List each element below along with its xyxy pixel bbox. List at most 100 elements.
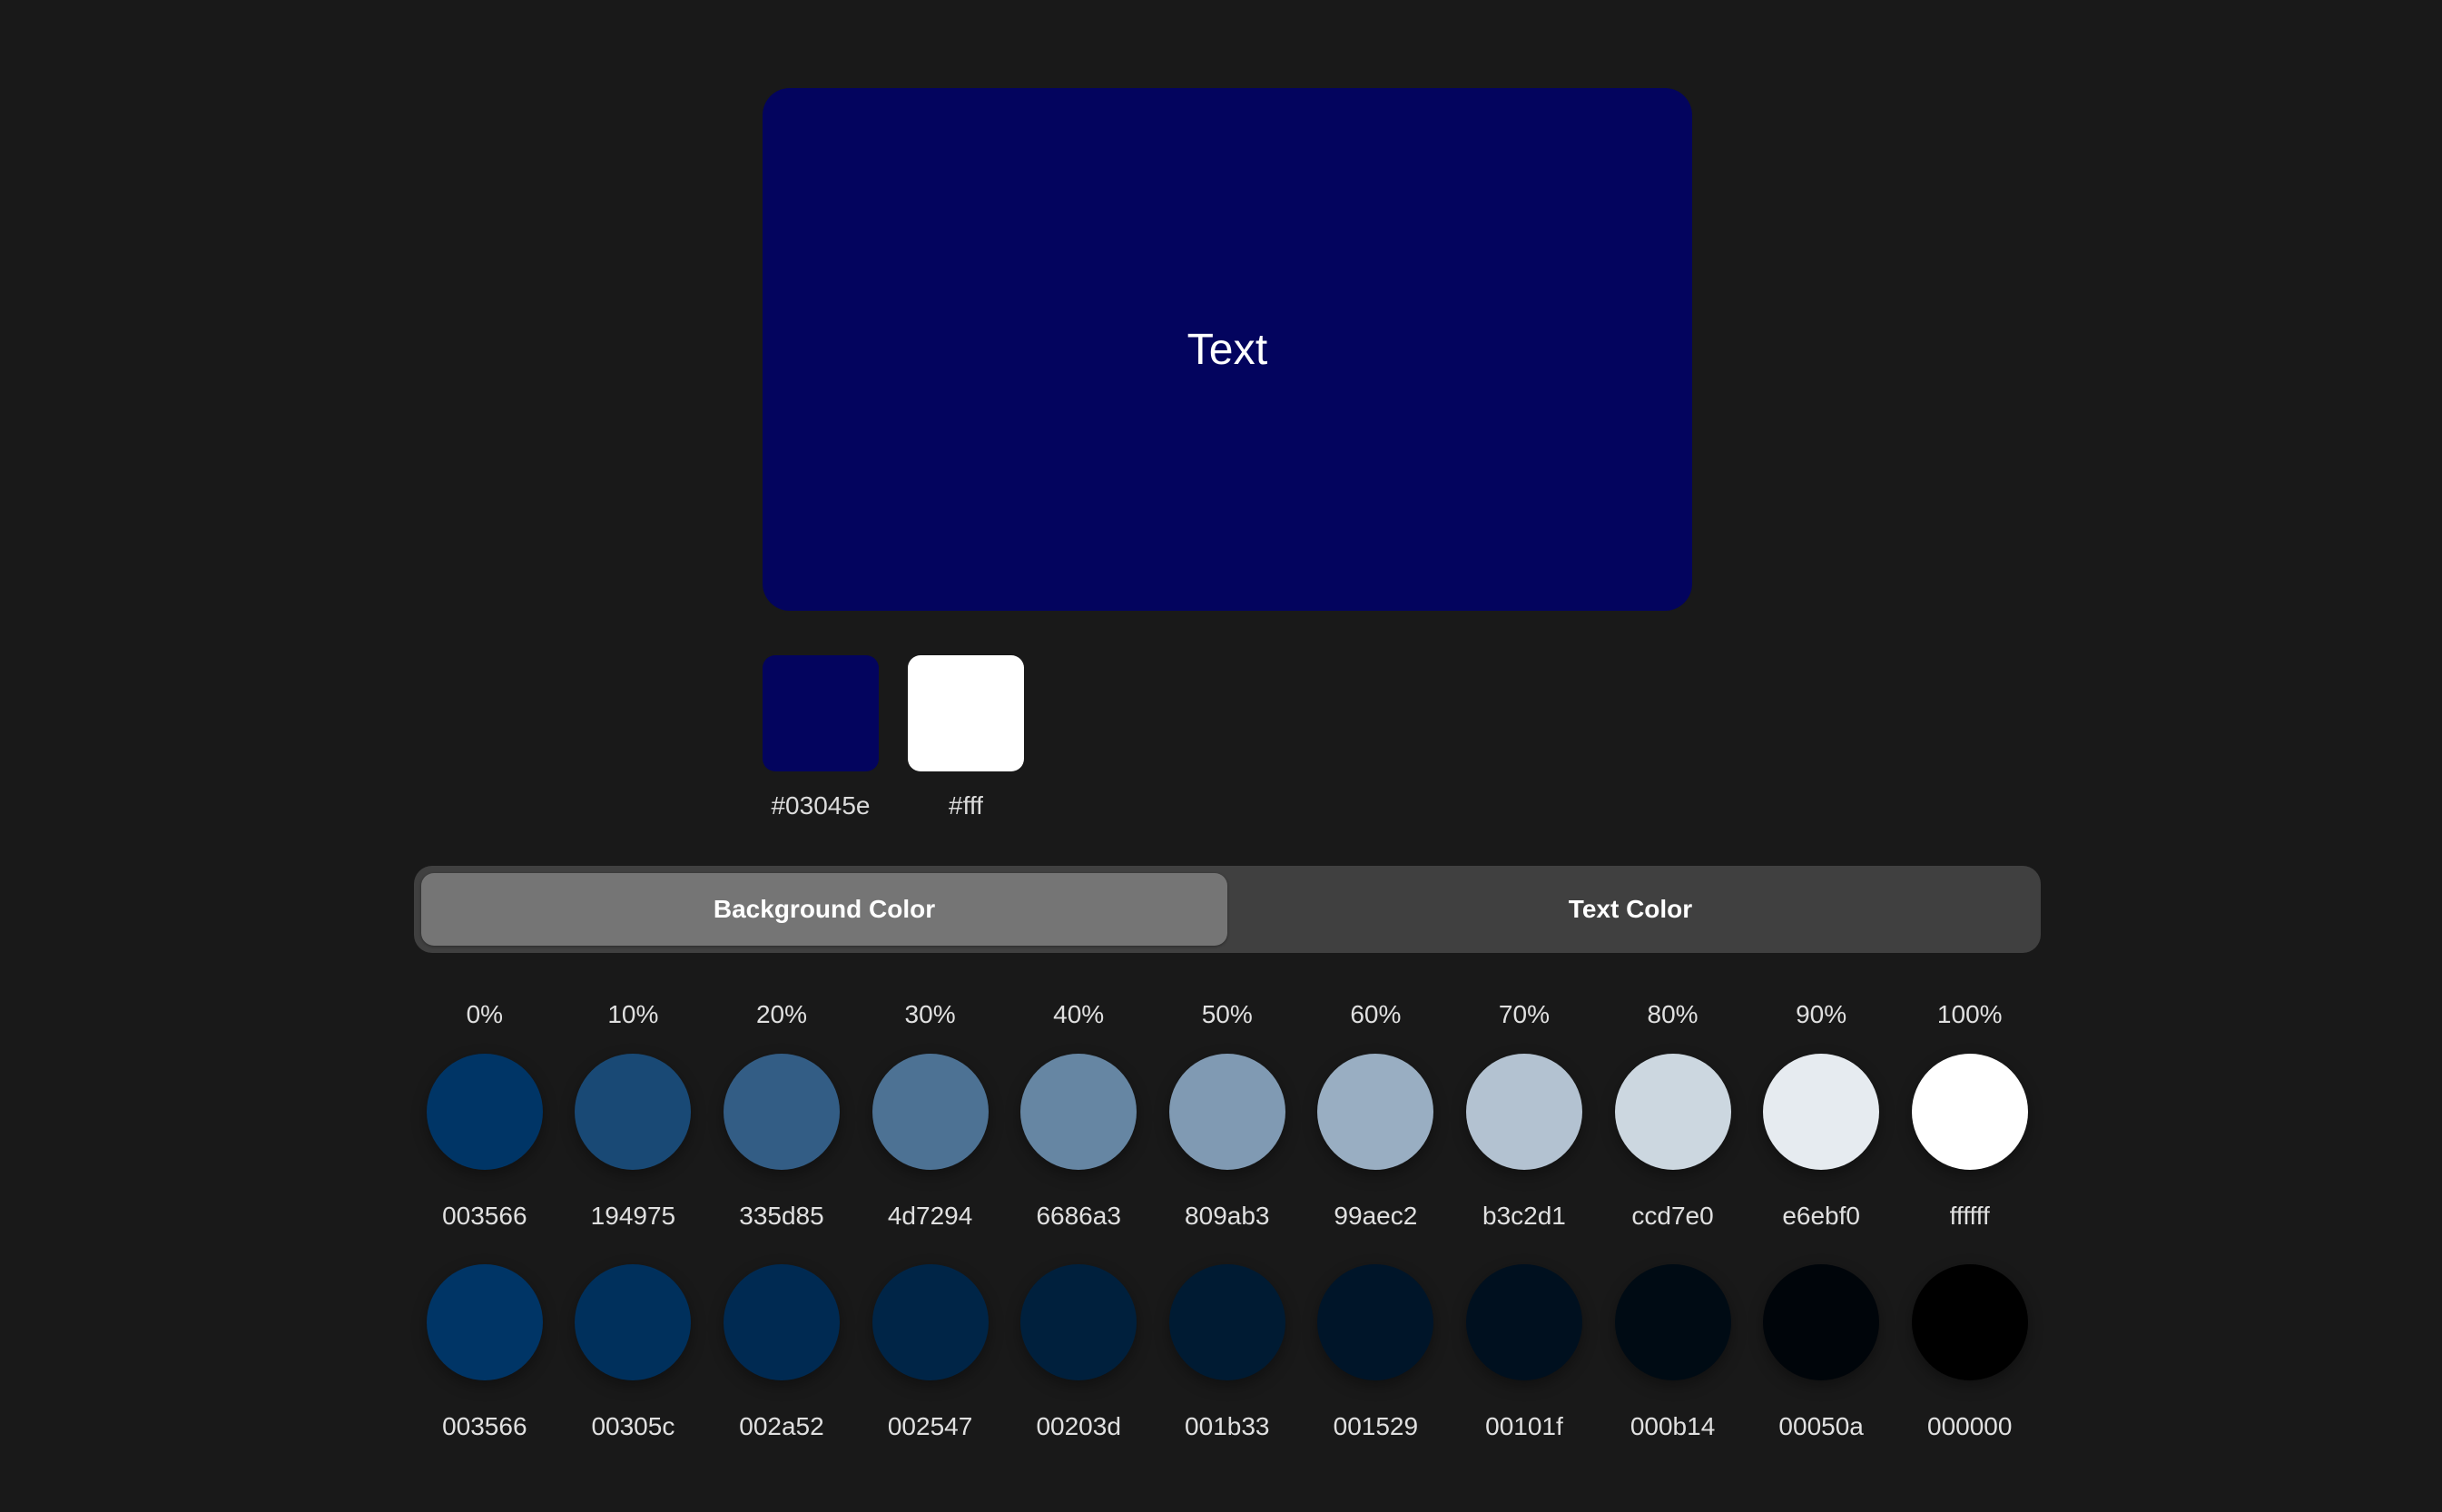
tint-swatch[interactable] xyxy=(723,1054,840,1170)
shade-hex-label: 00050a xyxy=(1778,1412,1864,1440)
shade-hex-label: 003566 xyxy=(442,1412,527,1440)
shade-swatch[interactable] xyxy=(1317,1264,1434,1380)
shade-swatch[interactable] xyxy=(871,1264,989,1380)
tint-item: b3c2d1 xyxy=(1450,1054,1599,1230)
color-preview-box: Text xyxy=(763,88,1692,611)
percent-label: 50% xyxy=(1201,1000,1253,1028)
shade-item: 00050a xyxy=(1747,1264,1896,1440)
tint-hex-label: e6ebf0 xyxy=(1782,1202,1860,1230)
tint-item: e6ebf0 xyxy=(1747,1054,1896,1230)
tint-hex-label: ccd7e0 xyxy=(1631,1202,1714,1230)
tint-item: 335d85 xyxy=(707,1054,856,1230)
shade-swatch[interactable] xyxy=(1020,1264,1137,1380)
percent-label-cell: 50% xyxy=(1153,994,1302,1036)
tint-item: 99aec2 xyxy=(1302,1054,1451,1230)
tints-row: 003566 194975 335d85 4d7294 6686a3 809ab3 99ae… xyxy=(410,1054,2044,1230)
tint-hex-label: 4d7294 xyxy=(887,1202,973,1230)
shade-hex-label: 00305c xyxy=(591,1412,675,1440)
shade-hex-label: 001529 xyxy=(1333,1412,1419,1440)
percent-label-cell: 80% xyxy=(1599,994,1748,1036)
background-color-label: #03045e xyxy=(771,791,871,820)
tint-item: 6686a3 xyxy=(1004,1054,1153,1230)
tint-swatch[interactable] xyxy=(1168,1054,1285,1170)
tint-swatch[interactable] xyxy=(1911,1054,2028,1170)
text-color-label: #fff xyxy=(949,791,983,820)
percent-label-cell: 100% xyxy=(1896,994,2044,1036)
tint-item: 194975 xyxy=(559,1054,708,1230)
percent-labels-row: 0% 10% 20% 30% 40% 50% 60% 70% 80% 90% 100% xyxy=(410,994,2044,1036)
palette-grid: 0% 10% 20% 30% 40% 50% 60% 70% 80% 90% 100% 003566… xyxy=(410,994,2044,1440)
shade-swatch[interactable] xyxy=(575,1264,692,1380)
tint-item: 4d7294 xyxy=(856,1054,1005,1230)
shade-item: 002547 xyxy=(856,1264,1005,1440)
tint-item: 809ab3 xyxy=(1153,1054,1302,1230)
tint-hex-label: 6686a3 xyxy=(1036,1202,1121,1230)
shade-swatch[interactable] xyxy=(1168,1264,1285,1380)
tint-hex-label: ffffff xyxy=(1949,1202,1990,1230)
tint-hex-label: 99aec2 xyxy=(1334,1202,1418,1230)
tab-text-color[interactable]: Text Color xyxy=(1227,873,2033,946)
percent-label: 60% xyxy=(1350,1000,1402,1028)
shade-hex-label: 000000 xyxy=(1927,1412,2013,1440)
tint-hex-label: 003566 xyxy=(442,1202,527,1230)
color-mode-toggle: Background Color Text Color xyxy=(414,866,2041,953)
shade-swatch[interactable] xyxy=(426,1264,543,1380)
tint-swatch[interactable] xyxy=(1763,1054,1880,1170)
tint-swatch[interactable] xyxy=(426,1054,543,1170)
shade-item: 002a52 xyxy=(707,1264,856,1440)
tab-background-color[interactable]: Background Color xyxy=(421,873,1227,946)
shade-swatch[interactable] xyxy=(1763,1264,1880,1380)
shade-item: 00305c xyxy=(559,1264,708,1440)
shade-swatch[interactable] xyxy=(1465,1264,1582,1380)
percent-label: 0% xyxy=(466,1000,504,1028)
shade-swatch[interactable] xyxy=(723,1264,840,1380)
percent-label: 10% xyxy=(607,1000,659,1028)
tint-item: ffffff xyxy=(1896,1054,2044,1230)
tint-swatch[interactable] xyxy=(1465,1054,1582,1170)
percent-label-cell: 40% xyxy=(1004,994,1153,1036)
percent-label-cell: 20% xyxy=(707,994,856,1036)
percent-label-cell: 70% xyxy=(1450,994,1599,1036)
tint-swatch[interactable] xyxy=(1614,1054,1731,1170)
selected-colors: #03045e #fff xyxy=(763,655,1024,820)
percent-label: 30% xyxy=(904,1000,956,1028)
shade-swatch[interactable] xyxy=(1911,1264,2028,1380)
tint-hex-label: 809ab3 xyxy=(1185,1202,1270,1230)
tint-item: ccd7e0 xyxy=(1599,1054,1748,1230)
percent-label: 20% xyxy=(755,1000,807,1028)
shade-item: 00203d xyxy=(1004,1264,1153,1440)
shade-hex-label: 00203d xyxy=(1036,1412,1121,1440)
shade-swatch[interactable] xyxy=(1614,1264,1731,1380)
tint-swatch[interactable] xyxy=(871,1054,989,1170)
background-swatch-group: #03045e xyxy=(763,655,879,820)
shade-hex-label: 001b33 xyxy=(1185,1412,1270,1440)
shade-item: 003566 xyxy=(410,1264,559,1440)
shade-hex-label: 002a52 xyxy=(739,1412,824,1440)
shade-item: 001b33 xyxy=(1153,1264,1302,1440)
percent-label-cell: 90% xyxy=(1747,994,1896,1036)
percent-label: 80% xyxy=(1647,1000,1699,1028)
shade-hex-label: 002547 xyxy=(887,1412,973,1440)
shade-hex-label: 000b14 xyxy=(1630,1412,1716,1440)
percent-label-cell: 60% xyxy=(1302,994,1451,1036)
tint-item: 003566 xyxy=(410,1054,559,1230)
tint-hex-label: b3c2d1 xyxy=(1482,1202,1566,1230)
tint-swatch[interactable] xyxy=(1020,1054,1137,1170)
shades-row: 003566 00305c 002a52 002547 00203d 001b33 0015… xyxy=(410,1264,2044,1440)
text-color-swatch[interactable] xyxy=(908,655,1024,771)
shade-item: 000b14 xyxy=(1599,1264,1748,1440)
text-swatch-group: #fff xyxy=(908,655,1024,820)
tint-hex-label: 335d85 xyxy=(739,1202,824,1230)
shade-item: 00101f xyxy=(1450,1264,1599,1440)
shade-item: 000000 xyxy=(1896,1264,2044,1440)
percent-label: 70% xyxy=(1498,1000,1550,1028)
percent-label: 90% xyxy=(1796,1000,1847,1028)
percent-label: 100% xyxy=(1936,1000,2003,1028)
shade-hex-label: 00101f xyxy=(1485,1412,1563,1440)
percent-label: 40% xyxy=(1053,1000,1105,1028)
percent-label-cell: 30% xyxy=(856,994,1005,1036)
tint-swatch[interactable] xyxy=(575,1054,692,1170)
percent-label-cell: 0% xyxy=(410,994,559,1036)
background-color-swatch[interactable] xyxy=(763,655,879,771)
tint-swatch[interactable] xyxy=(1317,1054,1434,1170)
